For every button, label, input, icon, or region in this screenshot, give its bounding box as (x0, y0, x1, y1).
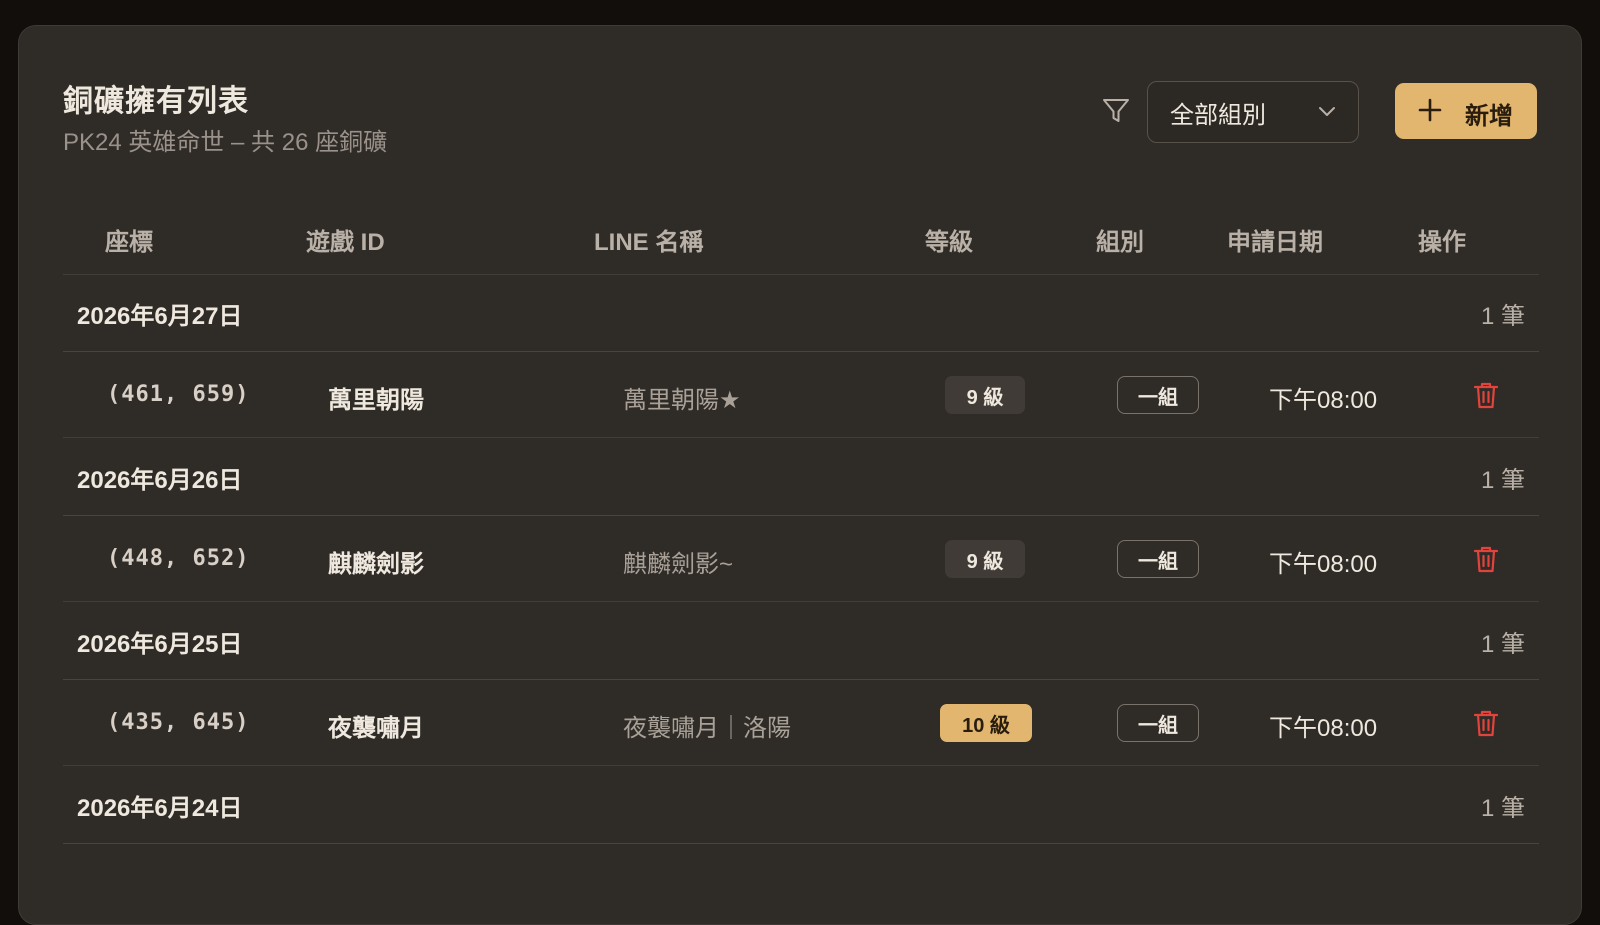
line-name-cell: 麒麟劍影~ (623, 551, 734, 578)
group-date: 2026年6月26日 (77, 467, 243, 494)
level-badge: 9 級 (945, 376, 1025, 414)
trash-icon[interactable] (1473, 709, 1499, 737)
game-id-cell: 麒麟劍影 (328, 551, 424, 578)
date-group-header: 2026年6月27日 1 筆 (63, 274, 1539, 352)
group-badge: 一組 (1117, 704, 1199, 742)
table-row: (448, 652) 麒麟劍影 麒麟劍影~ 9 級 一組 下午08:00 (63, 516, 1539, 602)
table-row: (461, 659) 萬里朝陽 萬里朝陽★ 9 級 一組 下午08:00 (63, 352, 1539, 438)
group-count: 1 筆 (1480, 303, 1525, 330)
date-group-header: 2026年6月26日 1 筆 (63, 438, 1539, 516)
line-name-cell: 夜襲嘯月｜洛陽 (623, 715, 791, 742)
plus-icon (1418, 98, 1442, 122)
coord-cell: (435, 645) (107, 710, 250, 735)
copper-mine-panel: 銅礦擁有列表 PK24 英雄命世 – 共 26 座銅礦 全部組別 新增 座標 遊… (18, 25, 1582, 925)
header-coord: 座標 (105, 229, 153, 256)
header-apply-date: 申請日期 (1227, 229, 1323, 256)
apply-time-cell: 下午08:00 (1269, 715, 1378, 742)
group-filter-select[interactable]: 全部組別 (1147, 81, 1359, 143)
date-group-header: 2026年6月25日 1 筆 (63, 602, 1539, 680)
add-button[interactable]: 新增 (1395, 83, 1537, 139)
coord-cell: (461, 659) (107, 382, 250, 407)
header-group: 組別 (1096, 229, 1144, 256)
group-count: 1 筆 (1480, 631, 1525, 658)
group-count: 1 筆 (1480, 467, 1525, 494)
chevron-down-icon (1319, 107, 1335, 116)
header-game-id: 遊戲 ID (306, 229, 385, 256)
group-count: 1 筆 (1480, 795, 1525, 822)
group-badge: 一組 (1117, 376, 1199, 414)
apply-time-cell: 下午08:00 (1269, 551, 1378, 578)
header-line-name: LINE 名稱 (594, 229, 704, 256)
level-badge: 10 級 (940, 704, 1032, 742)
header-actions: 操作 (1418, 229, 1466, 256)
page-title: 銅礦擁有列表 (63, 84, 249, 119)
group-date: 2026年6月27日 (77, 303, 243, 330)
level-badge: 9 級 (945, 540, 1025, 578)
line-name-cell: 萬里朝陽★ (623, 387, 741, 414)
apply-time-cell: 下午08:00 (1269, 387, 1378, 414)
coord-cell: (448, 652) (107, 546, 250, 571)
filter-icon[interactable] (1101, 96, 1131, 126)
trash-icon[interactable] (1473, 545, 1499, 573)
table-header: 座標 遊戲 ID LINE 名稱 等級 組別 申請日期 操作 (63, 222, 1539, 275)
header-level: 等級 (925, 229, 973, 256)
add-button-label: 新增 (1465, 103, 1513, 130)
page-subtitle: PK24 英雄命世 – 共 26 座銅礦 (63, 129, 388, 156)
table-row: (435, 645) 夜襲嘯月 夜襲嘯月｜洛陽 10 級 一組 下午08:00 (63, 680, 1539, 766)
group-filter-value: 全部組別 (1170, 101, 1266, 129)
group-date: 2026年6月24日 (77, 795, 243, 822)
group-date: 2026年6月25日 (77, 631, 243, 658)
group-badge: 一組 (1117, 540, 1199, 578)
date-group-header: 2026年6月24日 1 筆 (63, 766, 1539, 844)
game-id-cell: 萬里朝陽 (328, 387, 424, 414)
game-id-cell: 夜襲嘯月 (328, 715, 424, 742)
trash-icon[interactable] (1473, 381, 1499, 409)
